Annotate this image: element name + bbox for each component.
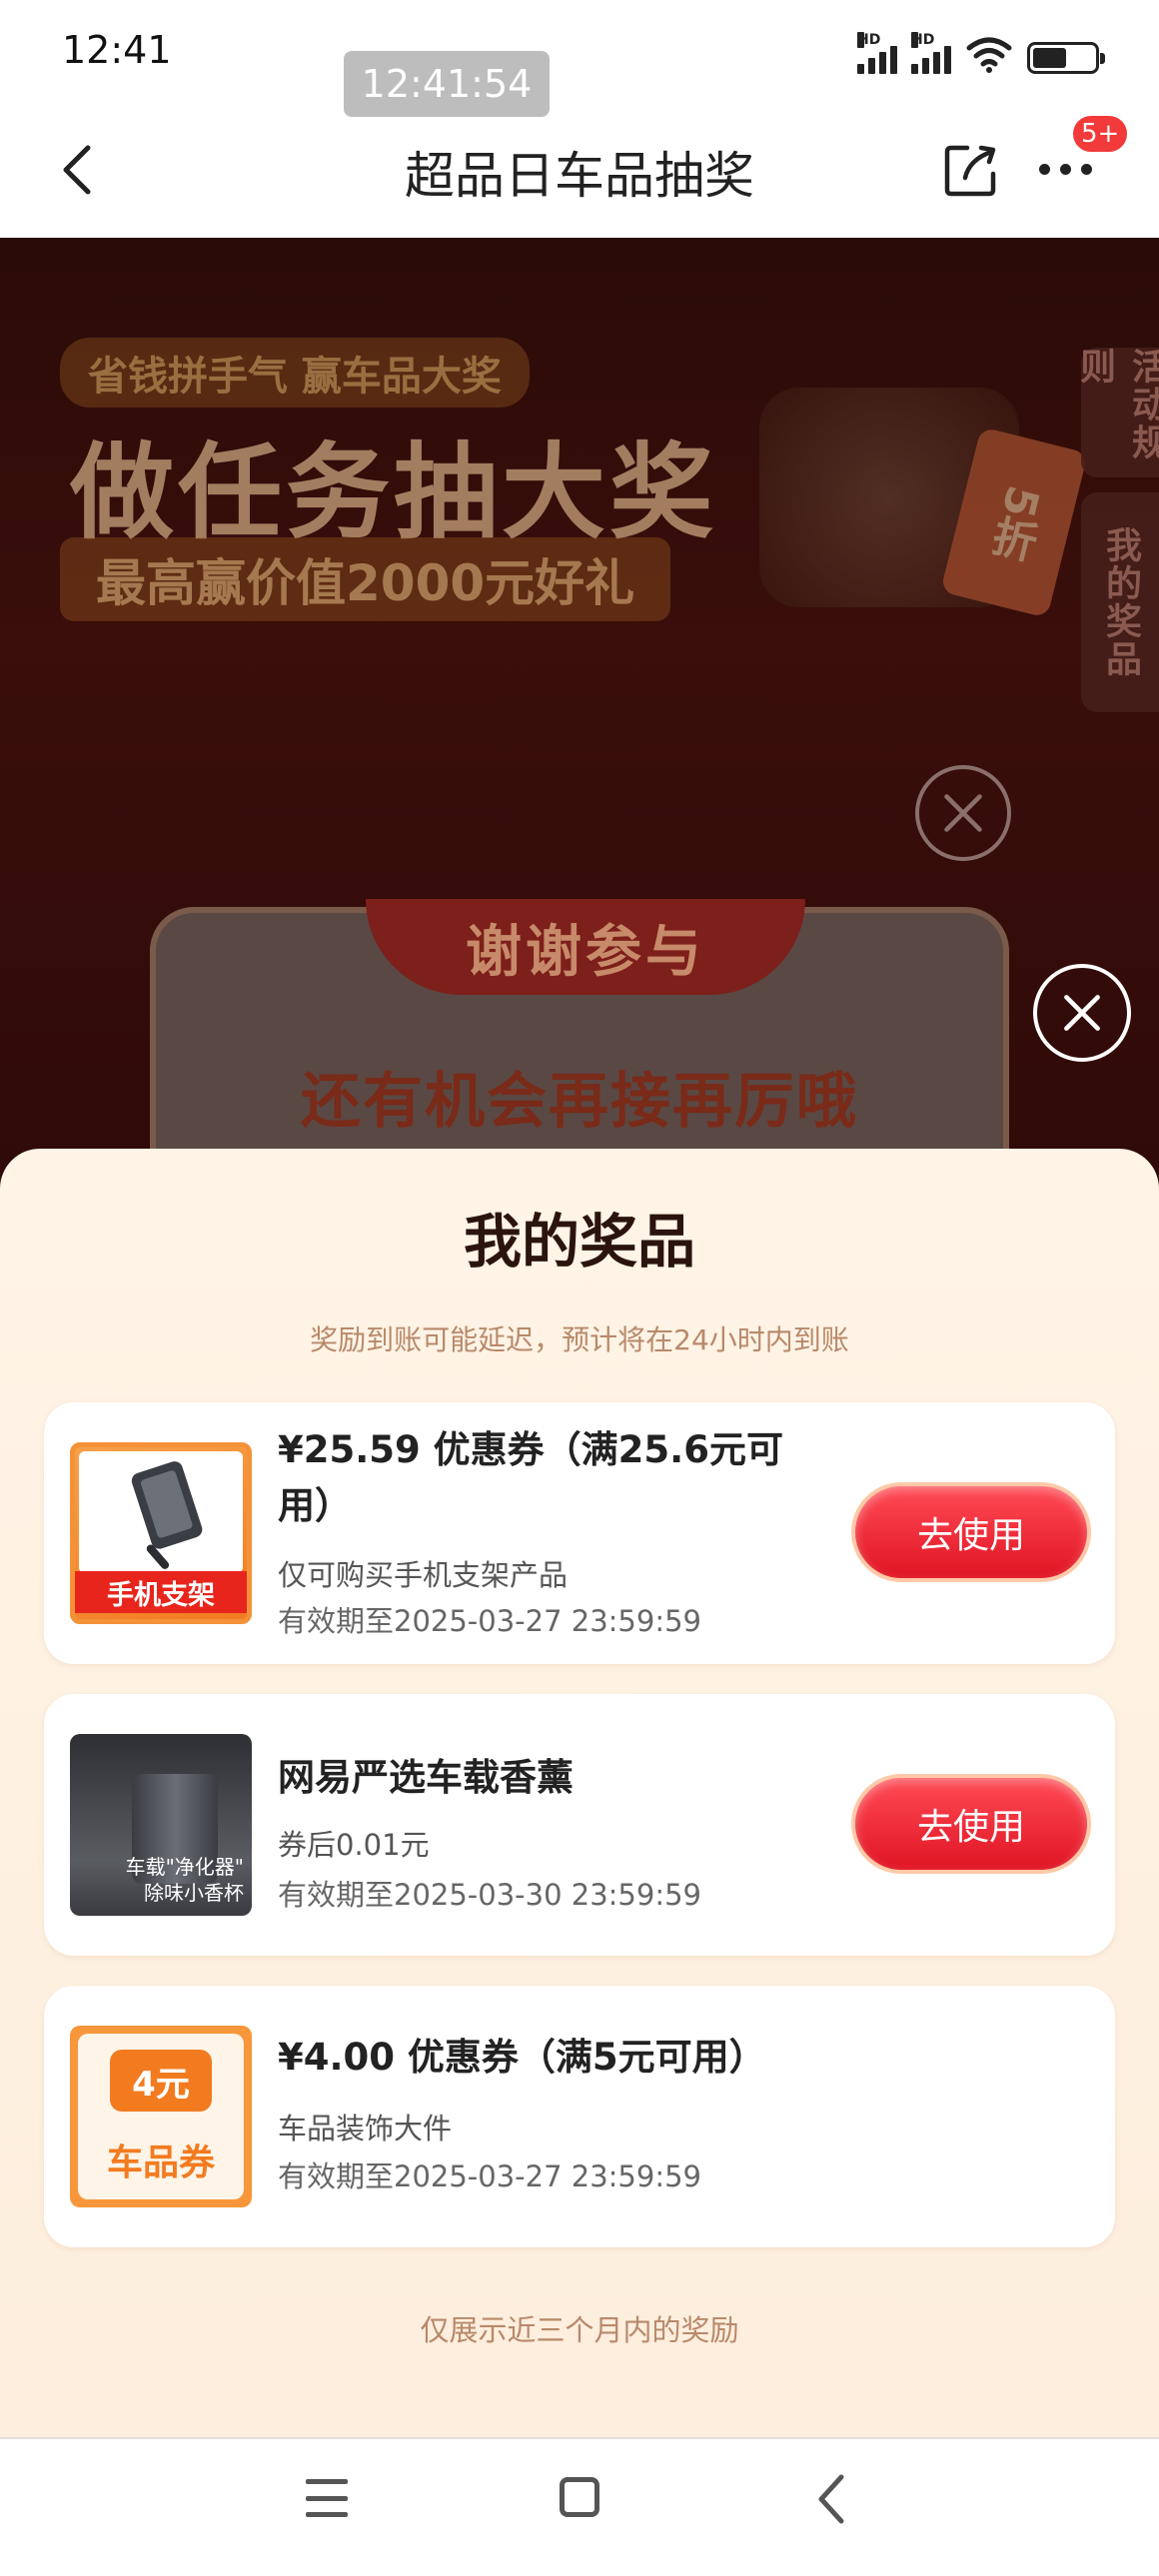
system-nav-bar xyxy=(0,2437,1159,2576)
prize-expiry: 有效期至2025-03-27 23:59:59 xyxy=(278,2159,701,2193)
close-icon[interactable] xyxy=(915,765,1011,861)
my-prizes-sheet: 我的奖品 奖励到账可能延迟，预计将在24小时内到账 手机支架 ¥25.59 优惠… xyxy=(0,1149,1159,2437)
screen-time-chip: 12:41:54 xyxy=(344,51,550,117)
sheet-close-icon[interactable] xyxy=(1033,964,1131,1062)
sheet-note: 奖励到账可能延迟，预计将在24小时内到账 xyxy=(310,1323,849,1356)
result-ribbon: 谢谢参与 xyxy=(366,899,805,995)
hero-tag: 省钱拼手气 赢车品大奖 xyxy=(60,338,530,408)
prize-expiry: 有效期至2025-03-27 23:59:59 xyxy=(278,1604,701,1638)
battery-fill xyxy=(1033,48,1066,68)
status-time: 12:41 xyxy=(62,28,172,72)
hero-banner: 省钱拼手气 赢车品大奖 做任务抽大奖 最高赢价值2000元好礼 5折 xyxy=(40,338,1088,657)
side-tab-my-prizes[interactable]: 我的奖品 xyxy=(1081,492,1159,712)
battery-icon xyxy=(1027,42,1105,74)
prize-card: 手机支架 ¥25.59 优惠券（满25.6元可 用） 仅可购买手机支架产品 有效… xyxy=(44,1402,1115,1664)
signal-icon: HD xyxy=(911,32,951,74)
signal-icon: HD xyxy=(857,32,897,74)
prize-name: ¥4.00 优惠券（满5元可用） xyxy=(278,2036,766,2079)
activity-background: 省钱拼手气 赢车品大奖 做任务抽大奖 最高赢价值2000元好礼 5折 活动规则 … xyxy=(0,238,1159,1237)
prize-desc: 车品装饰大件 xyxy=(278,2112,453,2146)
prize-desc: 券后0.01元 xyxy=(278,1828,430,1862)
use-button[interactable]: 去使用 xyxy=(851,1774,1091,1874)
sheet-footer: 仅展示近三个月内的奖励 xyxy=(420,2313,739,2347)
back-icon[interactable] xyxy=(809,2469,859,2529)
notification-badge: 5+ xyxy=(1071,114,1130,154)
side-tab-rules[interactable]: 活动规则 xyxy=(1074,348,1159,477)
phone-holder-label: 手机支架 xyxy=(75,1571,247,1613)
prize-name: 网易严选车载香薰 xyxy=(278,1756,574,1799)
wifi-icon xyxy=(966,37,1012,73)
car-aromatherapy-image: 车载"净化器" 除味小香杯 xyxy=(70,1734,252,1916)
car-coupon-image: 4元 车品券 xyxy=(70,2026,252,2207)
hero-subtitle: 最高赢价值2000元好礼 xyxy=(60,537,671,621)
nav-bar: 超品日车品抽奖 5+ xyxy=(0,114,1159,238)
prize-expiry: 有效期至2025-03-30 23:59:59 xyxy=(278,1878,701,1912)
use-button[interactable]: 去使用 xyxy=(851,1482,1091,1582)
signal-hd-label: HD xyxy=(857,32,881,48)
sheet-title: 我的奖品 xyxy=(463,1208,695,1276)
status-icons: HD HD xyxy=(857,30,1105,74)
status-bar: 12:41 HD HD xyxy=(0,0,1159,100)
aroma-image-label: 车载"净化器" 除味小香杯 xyxy=(125,1855,244,1905)
more-icon[interactable] xyxy=(1039,154,1099,184)
prize-name: ¥25.59 优惠券（满25.6元可 用） xyxy=(278,1428,783,1527)
coupon-category-label: 车品券 xyxy=(106,2143,215,2183)
home-icon[interactable] xyxy=(560,2477,599,2517)
prize-card: 车载"净化器" 除味小香杯 网易严选车载香薰 券后0.01元 有效期至2025-… xyxy=(44,1694,1115,1956)
coupon-amount-label: 4元 xyxy=(110,2050,212,2112)
hero-title: 做任务抽大奖 xyxy=(70,431,718,553)
share-icon[interactable] xyxy=(939,138,1003,202)
phone-holder-image: 手机支架 xyxy=(70,1442,252,1624)
phone-holder-icon xyxy=(131,1461,203,1569)
prize-card: 4元 车品券 ¥4.00 优惠券（满5元可用） 车品装饰大件 有效期至2025-… xyxy=(44,1986,1115,2247)
signal-hd-label: HD xyxy=(911,32,935,48)
prize-desc: 仅可购买手机支架产品 xyxy=(278,1558,569,1592)
result-message: 还有机会再接再厉哦 xyxy=(301,1067,858,1137)
menu-icon[interactable] xyxy=(306,2479,348,2517)
